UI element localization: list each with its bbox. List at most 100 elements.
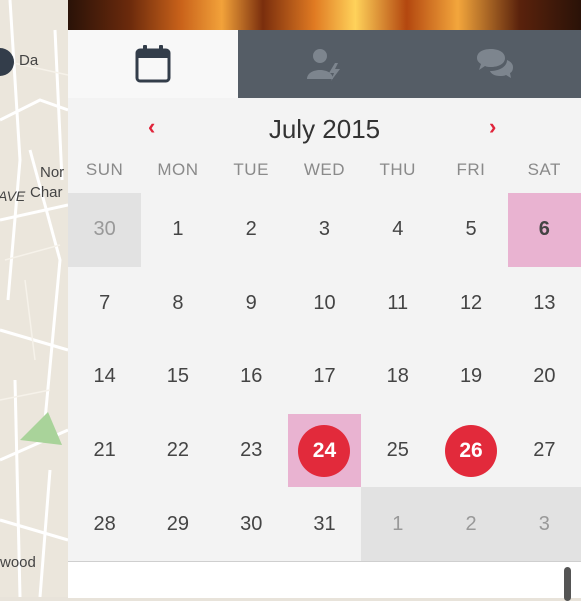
day-number: 30 xyxy=(94,218,116,241)
calendar-day[interactable]: 4 xyxy=(361,193,434,267)
calendar-day[interactable]: 15 xyxy=(141,340,214,414)
map-label-1: Da xyxy=(19,52,38,69)
calendar-day[interactable]: 7 xyxy=(68,267,141,341)
calendar-day[interactable]: 3 xyxy=(508,487,581,561)
map-label-2: Nor xyxy=(40,164,64,181)
day-number: 20 xyxy=(533,365,555,388)
map-background: Da Nor AVE Char wood xyxy=(0,0,68,597)
day-number: 19 xyxy=(460,365,482,388)
user-lightning-icon xyxy=(305,47,343,81)
tab-attendees[interactable] xyxy=(238,30,410,98)
day-number: 11 xyxy=(387,292,408,315)
weekday-header: SUN MON TUE WED THU FRI SAT xyxy=(68,160,581,192)
calendar-day[interactable]: 1 xyxy=(361,487,434,561)
calendar-day[interactable]: 11 xyxy=(361,267,434,341)
weekday-label: FRI xyxy=(434,160,507,192)
calendar-grid: 3012345678910111213141516171819202122232… xyxy=(68,193,581,561)
weekday-label: TUE xyxy=(215,160,288,192)
calendar-day[interactable]: 14 xyxy=(68,340,141,414)
calendar-day[interactable]: 30 xyxy=(68,193,141,267)
day-number: 18 xyxy=(387,365,409,388)
panel-tabs xyxy=(68,30,581,98)
day-number: 7 xyxy=(99,292,110,315)
day-number: 14 xyxy=(94,365,116,388)
day-number: 2 xyxy=(466,513,477,536)
day-number: 26 xyxy=(445,425,497,477)
day-number: 25 xyxy=(387,439,409,462)
panel-footer xyxy=(68,561,581,598)
weekday-label: WED xyxy=(288,160,361,192)
map-label-4: Char xyxy=(30,184,63,201)
calendar-day[interactable]: 16 xyxy=(215,340,288,414)
tab-chat[interactable] xyxy=(410,30,581,98)
calendar-day[interactable]: 10 xyxy=(288,267,361,341)
calendar-day[interactable]: 5 xyxy=(434,193,507,267)
scrollbar-thumb[interactable] xyxy=(564,567,571,601)
chat-bubbles-icon xyxy=(475,48,515,80)
day-number: 12 xyxy=(460,292,482,315)
calendar-day[interactable]: 2 xyxy=(434,487,507,561)
day-number: 28 xyxy=(94,513,116,536)
day-number: 17 xyxy=(313,365,335,388)
calendar-day-event[interactable]: 26 xyxy=(434,414,507,488)
calendar-day[interactable]: 17 xyxy=(288,340,361,414)
calendar-day[interactable]: 8 xyxy=(141,267,214,341)
day-number: 1 xyxy=(172,218,183,241)
day-number: 24 xyxy=(298,425,350,477)
map-streets xyxy=(0,0,68,597)
calendar-day[interactable]: 27 xyxy=(508,414,581,488)
day-number: 4 xyxy=(392,218,403,241)
calendar-day[interactable]: 23 xyxy=(215,414,288,488)
day-number: 15 xyxy=(167,365,189,388)
map-label-3: AVE xyxy=(0,188,25,204)
calendar-day[interactable]: 20 xyxy=(508,340,581,414)
tab-calendar[interactable] xyxy=(68,30,238,98)
calendar-day[interactable]: 9 xyxy=(215,267,288,341)
day-number: 22 xyxy=(167,439,189,462)
calendar-day[interactable]: 18 xyxy=(361,340,434,414)
day-number: 30 xyxy=(240,513,262,536)
weekday-label: SAT xyxy=(508,160,581,192)
day-number: 3 xyxy=(539,513,550,536)
calendar-day[interactable]: 12 xyxy=(434,267,507,341)
calendar-day[interactable]: 19 xyxy=(434,340,507,414)
day-number: 29 xyxy=(167,513,189,536)
day-number: 23 xyxy=(240,439,262,462)
calendar-day[interactable]: 31 xyxy=(288,487,361,561)
weekday-label: SUN xyxy=(68,160,141,192)
calendar-day[interactable]: 6 xyxy=(508,193,581,267)
day-number: 6 xyxy=(539,218,550,241)
calendar-day[interactable]: 1 xyxy=(141,193,214,267)
weekday-label: MON xyxy=(141,160,214,192)
day-number: 21 xyxy=(94,439,116,462)
day-number: 10 xyxy=(313,292,335,315)
calendar-day[interactable]: 13 xyxy=(508,267,581,341)
day-number: 16 xyxy=(240,365,262,388)
calendar-day[interactable]: 3 xyxy=(288,193,361,267)
calendar-day[interactable]: 30 xyxy=(215,487,288,561)
weekday-label: THU xyxy=(361,160,434,192)
calendar-day[interactable]: 29 xyxy=(141,487,214,561)
day-number: 1 xyxy=(392,513,403,536)
month-title: July 2015 xyxy=(68,114,581,145)
day-number: 5 xyxy=(466,218,477,241)
park-area xyxy=(20,412,62,445)
event-hero-image xyxy=(68,0,581,30)
day-number: 31 xyxy=(313,513,335,536)
calendar-day[interactable]: 28 xyxy=(68,487,141,561)
calendar-day[interactable]: 22 xyxy=(141,414,214,488)
calendar-day[interactable]: 25 xyxy=(361,414,434,488)
calendar-day[interactable]: 2 xyxy=(215,193,288,267)
calendar-day-event[interactable]: 24 xyxy=(288,414,361,488)
calendar-icon xyxy=(135,45,171,83)
day-number: 8 xyxy=(172,292,183,315)
calendar-day[interactable]: 21 xyxy=(68,414,141,488)
day-number: 27 xyxy=(533,439,555,462)
day-number: 3 xyxy=(319,218,330,241)
next-month-button[interactable]: › xyxy=(489,114,496,140)
day-number: 2 xyxy=(246,218,257,241)
event-panel: ‹ July 2015 › SUN MON TUE WED THU FRI SA… xyxy=(68,0,581,597)
day-number: 13 xyxy=(533,292,555,315)
day-number: 9 xyxy=(246,292,257,315)
map-label-5: wood xyxy=(0,554,36,571)
